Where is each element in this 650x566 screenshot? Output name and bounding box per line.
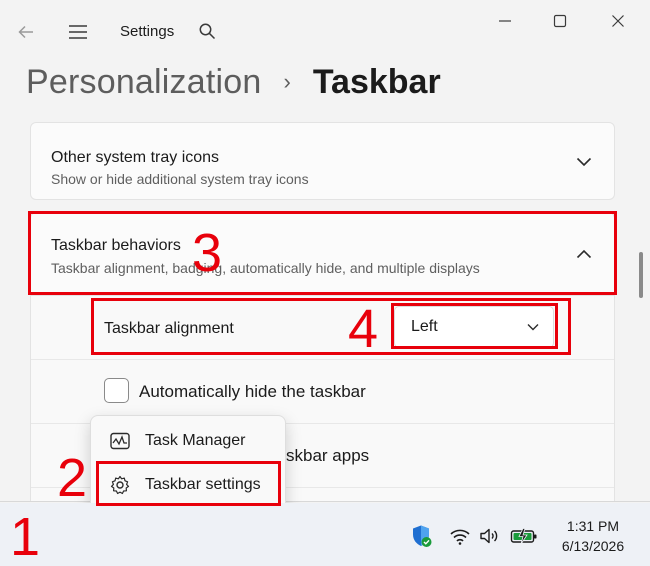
app-title: Settings [120,23,175,40]
badges-label: skbar apps [286,446,370,465]
step-number-3: 3 [192,223,223,283]
clock-time: 1:31 PM [566,518,620,534]
menu-item-task-manager[interactable]: Task Manager [91,421,287,461]
wifi-icon[interactable] [448,524,472,548]
clock-date: 6/13/2026 [561,538,625,554]
scrollbar-thumb[interactable] [639,252,643,298]
title-bar: Settings [0,0,650,62]
page-title: Taskbar [312,62,441,101]
battery-charging-icon[interactable] [509,524,539,548]
security-shield-icon[interactable] [410,524,434,548]
section-subtitle: Show or hide additional system tray icon… [51,171,309,187]
autohide-label[interactable]: Automatically hide the taskbar [139,382,366,402]
minimize-icon [499,20,511,22]
maximize-button[interactable] [545,8,575,34]
task-manager-icon [109,430,131,452]
step-number-2: 2 [57,448,88,508]
close-icon [612,15,624,27]
close-button[interactable] [603,8,633,34]
breadcrumb: Personalization › Taskbar [26,60,441,104]
back-button[interactable] [12,18,40,46]
system-clock[interactable]: 1:31 PM 6/13/2026 [548,516,638,556]
highlight-taskbar-settings [96,461,281,506]
menu-button[interactable] [64,18,92,46]
autohide-checkbox[interactable] [104,378,129,403]
step-number-1: 1 [10,507,41,566]
minimize-button[interactable] [490,8,520,34]
step-number-4: 4 [348,299,379,359]
section-title: Other system tray icons [51,149,220,166]
search-button[interactable] [194,18,220,44]
breadcrumb-parent[interactable]: Personalization [26,63,261,102]
highlight-taskbar-behaviors [28,211,617,295]
other-tray-icons-section[interactable]: Other system tray icons Show or hide add… [30,122,615,200]
breadcrumb-separator: › [283,69,291,94]
highlight-alignment-dropdown [391,303,558,349]
maximize-icon [553,14,567,28]
search-icon [199,23,215,39]
volume-icon[interactable] [478,524,502,548]
chevron-down-icon [576,157,592,167]
hamburger-menu-icon [69,25,87,39]
divider [31,359,614,360]
back-arrow-icon [18,25,33,39]
menu-item-label: Task Manager [145,432,246,449]
